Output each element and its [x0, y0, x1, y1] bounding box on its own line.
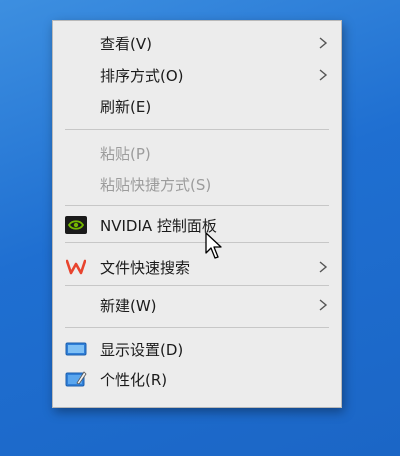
menu-item-view[interactable]: 查看(V) — [53, 29, 341, 57]
menu-separator — [65, 285, 329, 286]
display-settings-icon — [65, 340, 87, 358]
menu-item-label: 刷新(E) — [100, 97, 152, 116]
menu-item-label: 文件快速搜索 — [100, 258, 191, 277]
menu-item-sort-by[interactable]: 排序方式(O) — [53, 61, 341, 89]
menu-separator — [65, 205, 329, 206]
menu-item-label: 显示设置(D) — [100, 340, 184, 359]
chevron-right-icon — [319, 69, 328, 81]
menu-item-paste: 粘贴(P) — [53, 139, 341, 167]
desktop-context-menu: 查看(V) 排序方式(O) 刷新(E) 粘贴(P) 粘贴快捷方式(S) NVID… — [52, 20, 342, 408]
menu-separator — [65, 242, 329, 243]
menu-item-nvidia-control-panel[interactable]: NVIDIA 控制面板 — [53, 211, 341, 239]
menu-item-label: 个性化(R) — [100, 370, 168, 389]
menu-item-label: 排序方式(O) — [100, 66, 184, 85]
menu-item-paste-shortcut: 粘贴快捷方式(S) — [53, 170, 341, 198]
menu-item-label: 新建(W) — [100, 296, 157, 315]
menu-item-file-quick-search[interactable]: 文件快速搜索 — [53, 253, 341, 281]
menu-item-display-settings[interactable]: 显示设置(D) — [53, 335, 341, 363]
menu-item-new[interactable]: 新建(W) — [53, 291, 341, 319]
menu-item-label: 粘贴(P) — [100, 144, 151, 163]
menu-item-personalize[interactable]: 个性化(R) — [53, 365, 341, 393]
chevron-right-icon — [319, 37, 328, 49]
chevron-right-icon — [319, 299, 328, 311]
menu-item-label: 查看(V) — [100, 34, 152, 53]
personalize-icon — [65, 370, 87, 388]
menu-item-label: 粘贴快捷方式(S) — [100, 175, 212, 194]
menu-item-refresh[interactable]: 刷新(E) — [53, 92, 341, 120]
chevron-right-icon — [319, 261, 328, 273]
nvidia-icon — [65, 216, 87, 234]
wps-icon — [65, 258, 87, 276]
menu-separator — [65, 129, 329, 130]
menu-item-label: NVIDIA 控制面板 — [100, 216, 217, 235]
menu-separator — [65, 327, 329, 328]
